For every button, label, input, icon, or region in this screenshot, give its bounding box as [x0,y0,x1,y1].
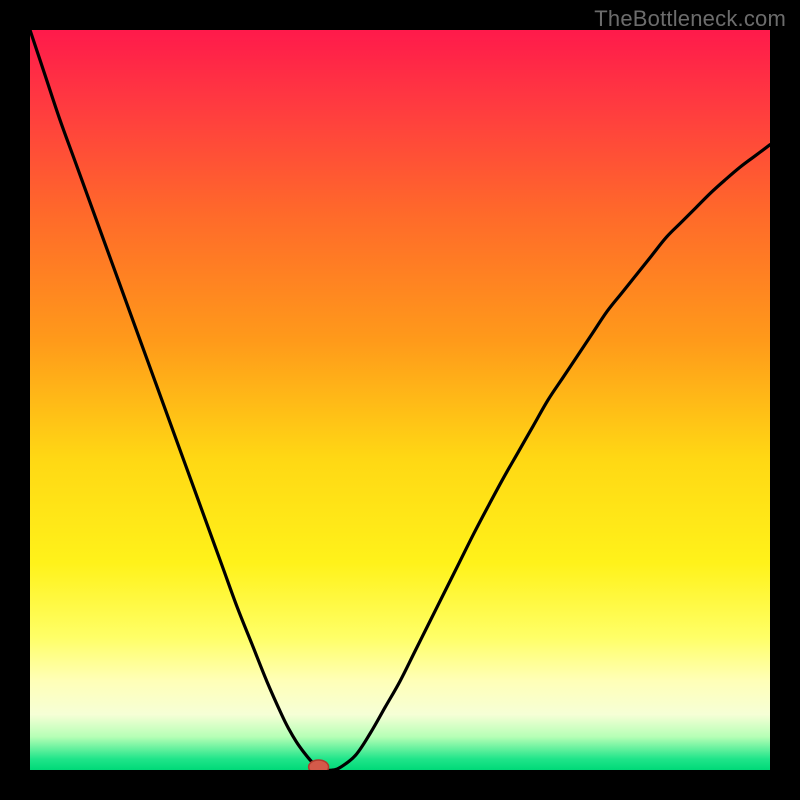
optimal-point-marker [309,760,329,770]
bottleneck-curve [30,30,770,770]
chart-plot-area [30,30,770,770]
watermark-text: TheBottleneck.com [594,6,786,32]
chart-frame: TheBottleneck.com [0,0,800,800]
chart-curve-layer [30,30,770,770]
